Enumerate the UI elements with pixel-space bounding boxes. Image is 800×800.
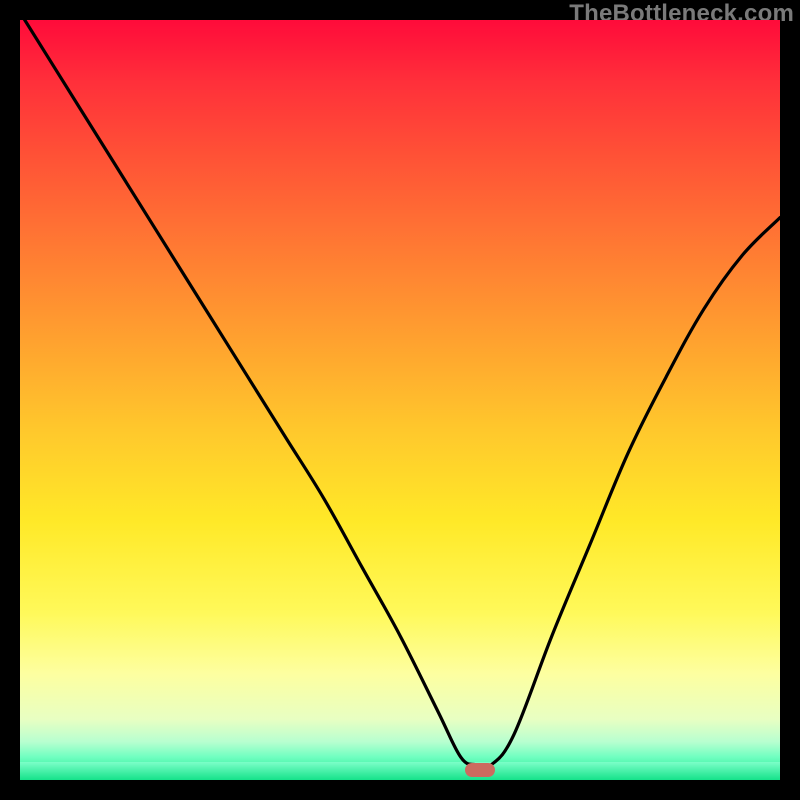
plot-area [20,20,780,780]
chart-frame: TheBottleneck.com [0,0,800,800]
bottleneck-curve [20,20,780,768]
curve-svg [20,20,780,780]
optimal-marker [465,763,495,777]
